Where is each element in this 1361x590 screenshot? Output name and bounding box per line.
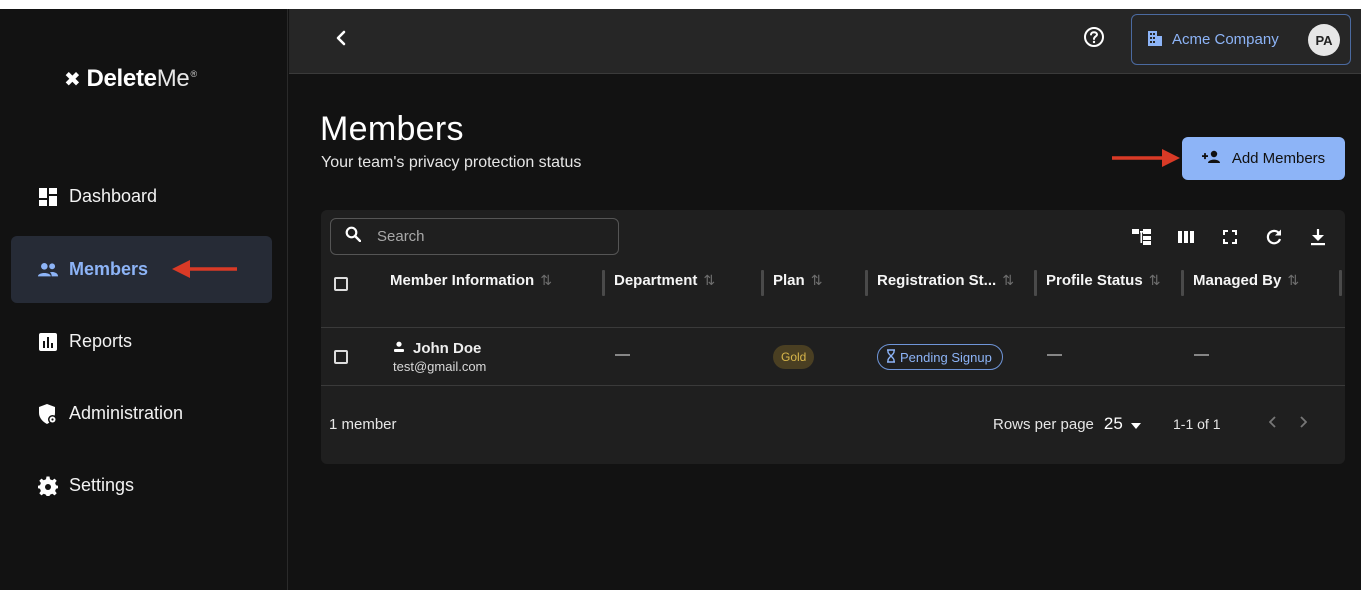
reports-icon [37,331,59,353]
column-resize-handle[interactable] [865,270,868,296]
help-icon [1083,26,1105,53]
sort-icon[interactable]: ⇅ [540,272,552,289]
fullscreen-icon[interactable] [1219,226,1241,248]
table-footer: 1 member Rows per page 25 1-1 of 1 [321,386,1345,464]
logo-text-bold: Delete [86,65,157,92]
building-icon [1146,29,1164,51]
column-resize-handle[interactable] [602,270,605,296]
previous-page-button[interactable] [1268,412,1277,433]
columns-icon[interactable] [1175,226,1197,248]
column-label: Plan [773,272,805,289]
column-header-registration-status[interactable]: Registration St... ⇅ [877,272,1014,289]
caret-down-icon[interactable] [1130,416,1141,433]
administration-icon [37,403,59,425]
back-button[interactable] [329,28,353,52]
logo-trademark: ® [190,69,197,79]
add-members-button[interactable]: Add Members [1182,137,1345,180]
column-resize-handle[interactable] [761,270,764,296]
annotation-arrow-left [172,260,237,278]
gear-icon [37,475,59,497]
sidebar-item-label: Administration [69,403,184,423]
column-header-department[interactable]: Department ⇅ [614,272,715,289]
next-page-button[interactable] [1299,412,1308,433]
page-subtitle: Your team's privacy protection status [321,154,582,171]
department-cell: — [615,346,630,363]
dashboard-icon [37,186,59,208]
member-count: 1 member [329,416,397,433]
column-header-plan[interactable]: Plan ⇅ [773,272,822,289]
sidebar-item-settings[interactable]: Settings [11,452,272,519]
sidebar: ✖ DeleteMe® Dashboard Members Reports Ad… [0,9,288,590]
profile-status-cell: — [1047,346,1062,363]
grouping-icon[interactable] [1131,226,1153,248]
rows-per-page-select[interactable]: 25 [1104,414,1123,434]
logo-mark-icon: ✖ [64,68,81,91]
company-switcher[interactable]: Acme Company PA [1131,14,1351,65]
column-label: Managed By [1193,272,1282,289]
status-badge-label: Pending Signup [900,349,992,365]
managed-by-cell: — [1194,346,1209,363]
deleteme-logo[interactable]: ✖ DeleteMe® [64,65,197,93]
column-label: Member Information [390,272,535,289]
member-name: John Doe [413,340,482,357]
sidebar-item-label: Reports [69,331,133,351]
page-title: Members [320,110,464,148]
sidebar-item-reports[interactable]: Reports [11,308,272,375]
members-icon [37,259,59,281]
company-name: Acme Company [1172,31,1279,48]
member-info-cell: John Doe test@gmail.com [393,340,486,374]
download-icon[interactable] [1307,226,1329,248]
plan-badge: Gold [773,345,815,369]
column-resize-handle[interactable] [1339,270,1342,296]
sidebar-item-dashboard[interactable]: Dashboard [11,163,272,230]
sidebar-item-label: Members [69,259,149,279]
member-email: test@gmail.com [393,359,487,374]
column-label: Department [614,272,698,289]
sort-icon[interactable]: ⇅ [1002,272,1014,289]
sidebar-item-label: Dashboard [69,186,158,206]
add-person-icon [1201,150,1222,168]
table-toolbar [1131,226,1329,248]
rows-per-page: Rows per page 25 [993,414,1141,434]
search-input[interactable] [377,228,597,245]
column-header-member-information[interactable]: Member Information ⇅ [390,272,552,289]
rows-per-page-label: Rows per page [993,415,1094,433]
search-icon [345,226,362,247]
sidebar-item-administration[interactable]: Administration [11,380,272,447]
annotation-arrow-right [1112,149,1180,167]
members-table: Member Information ⇅ Department ⇅ Plan ⇅… [321,210,1345,464]
column-header-profile-status[interactable]: Profile Status ⇅ [1046,272,1160,289]
sort-icon[interactable]: ⇅ [1149,272,1161,289]
help-button[interactable] [1081,26,1107,52]
hourglass-icon [886,348,896,366]
status-badge: Pending Signup [877,344,1003,370]
column-label: Registration St... [877,272,997,289]
table-row[interactable]: John Doe test@gmail.com — Gold Pending S… [321,328,1345,386]
column-resize-handle[interactable] [1181,270,1184,296]
refresh-icon[interactable] [1263,226,1285,248]
sidebar-item-label: Settings [69,475,135,495]
sort-icon[interactable]: ⇅ [811,272,823,289]
column-header-managed-by[interactable]: Managed By ⇅ [1193,272,1299,289]
chevron-left-icon [335,30,347,51]
select-all-checkbox[interactable] [334,277,348,291]
sort-icon[interactable]: ⇅ [703,272,715,289]
app-window: ✖ DeleteMe® Dashboard Members Reports Ad… [0,9,1361,590]
column-resize-handle[interactable] [1034,270,1037,296]
search-field[interactable] [330,218,619,255]
avatar[interactable]: PA [1308,24,1340,56]
person-icon [393,340,405,357]
pagination-controls [1268,412,1308,433]
logo-text-light: Me [156,65,190,92]
sort-icon[interactable]: ⇅ [1287,272,1299,289]
top-bar: Acme Company PA [289,9,1361,74]
add-members-label: Add Members [1231,150,1326,167]
row-checkbox[interactable] [334,350,348,364]
pagination-range: 1-1 of 1 [1173,416,1221,432]
table-header: Member Information ⇅ Department ⇅ Plan ⇅… [321,262,1345,328]
column-label: Profile Status [1046,272,1143,289]
